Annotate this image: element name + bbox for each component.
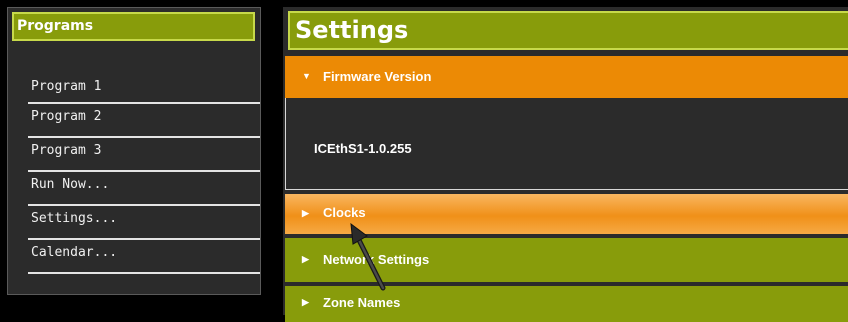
firmware-version-content: ICEthS1-1.0.255 [285,98,848,190]
program-item-calendar[interactable]: Calendar... [28,240,260,274]
program-item-run-now[interactable]: Run Now... [28,172,260,206]
program-item-program-3[interactable]: Program 3 [28,138,260,172]
section-label-clocks: Clocks [323,205,366,220]
program-list: Program 1 Program 2 Program 3 Run Now...… [28,74,260,274]
collapsed-arrow-icon: ▶ [302,254,309,264]
settings-title: Settings [288,11,848,50]
program-item-program-2[interactable]: Program 2 [28,104,260,138]
programs-title: Programs [12,12,255,41]
section-firmware-version[interactable]: ▼ Firmware Version [285,56,848,98]
collapsed-arrow-icon: ▶ [302,208,309,218]
expanded-arrow-icon: ▼ [302,71,311,81]
section-label-zone-names: Zone Names [323,295,401,310]
program-item-program-1[interactable]: Program 1 [28,74,260,104]
firmware-version-value: ICEthS1-1.0.255 [314,141,412,156]
collapsed-arrow-icon: ▶ [302,297,309,307]
mouse-pointer-icon [350,222,386,291]
programs-panel: Programs Program 1 Program 2 Program 3 R… [7,7,261,295]
program-item-settings[interactable]: Settings... [28,206,260,240]
section-label-firmware-version: Firmware Version [323,69,432,84]
